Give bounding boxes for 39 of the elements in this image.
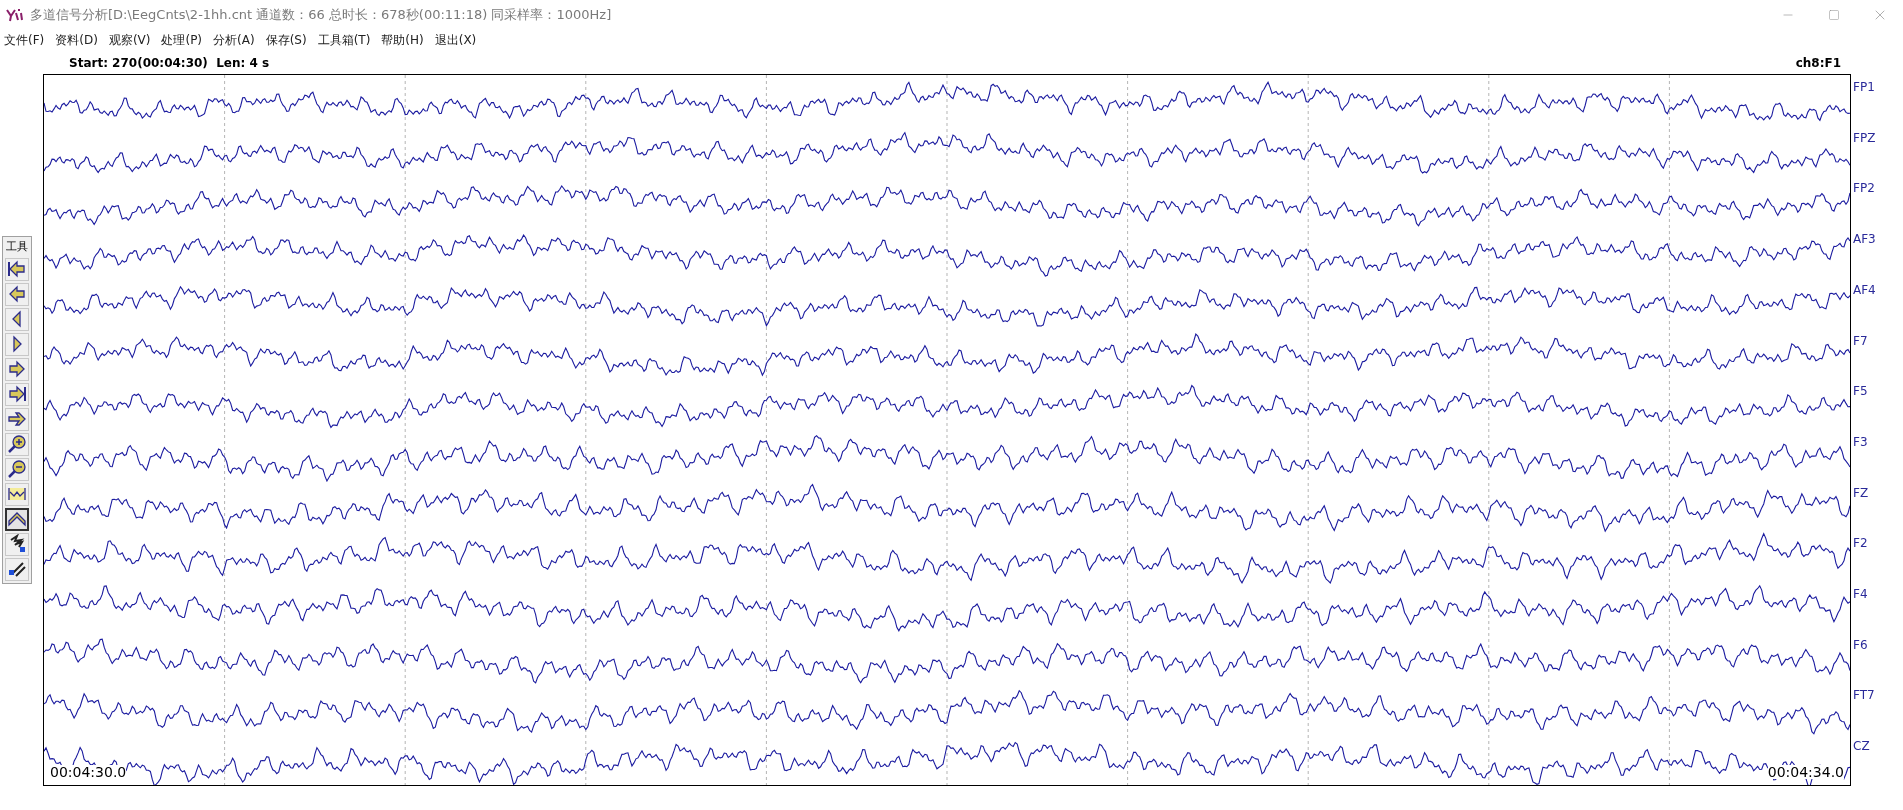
- channel-name: FP1: [1853, 80, 1875, 94]
- zoom-in-icon: [7, 434, 27, 454]
- time-range-label: Start: 270(00:04:30) Len: 4 s: [69, 55, 270, 72]
- arrow-left-icon: [7, 284, 27, 304]
- channel-name: F2: [1853, 536, 1868, 551]
- channel-name: FPZ: [1853, 130, 1876, 145]
- menu-item[interactable]: 分析(A): [213, 31, 255, 49]
- channel-name: F7: [1853, 333, 1868, 348]
- end-time-label: 00:04:34.0: [1767, 765, 1844, 779]
- menu-item[interactable]: 工具箱(T): [317, 31, 371, 49]
- channel-name: AF4: [1853, 282, 1876, 297]
- channel-name: FT7: [1853, 688, 1875, 703]
- start-time-label: 00:04:30.0: [50, 765, 127, 779]
- channel-name: AF3: [1853, 232, 1876, 247]
- menu-item[interactable]: 观察(V): [108, 31, 151, 49]
- menu-item[interactable]: 退出(X): [434, 31, 477, 49]
- arrow-right-icon: [7, 359, 27, 379]
- app-logo-icon: [6, 7, 24, 23]
- arrow-left-bar-icon: [7, 259, 27, 279]
- toolbar-button[interactable]: [5, 507, 29, 531]
- channel-name: FZ: [1853, 485, 1869, 500]
- menu-item[interactable]: 保存(S): [265, 31, 307, 49]
- channel-name: CZ: [1853, 739, 1870, 754]
- menu-item[interactable]: 资料(D): [55, 31, 98, 49]
- menu-item[interactable]: 帮助(H): [381, 31, 424, 49]
- zoom-out-icon: [7, 459, 27, 479]
- arrow-right-icon: [7, 409, 27, 429]
- menu-item[interactable]: 处理(P): [161, 31, 203, 49]
- channel-name: FP2: [1853, 181, 1875, 196]
- arrow-right-bar-icon: [7, 384, 27, 404]
- channel-name: F3: [1853, 434, 1868, 449]
- window-title: 多道信号分析[D:\EegCnts\2-1hh.cnt 通道数：66 总时长：678秒(00:11:18) 同采样率：1000Hz]: [30, 6, 612, 25]
- channel-name: F6: [1853, 637, 1868, 652]
- channel-label: ch8:F1: [1795, 55, 1841, 72]
- maximize-icon: [1828, 9, 1840, 21]
- channel-name: F4: [1853, 587, 1868, 602]
- toolbar-title: 工具: [6, 239, 28, 255]
- channel-name: F5: [1853, 384, 1868, 399]
- menu-item[interactable]: 文件(F): [4, 31, 45, 49]
